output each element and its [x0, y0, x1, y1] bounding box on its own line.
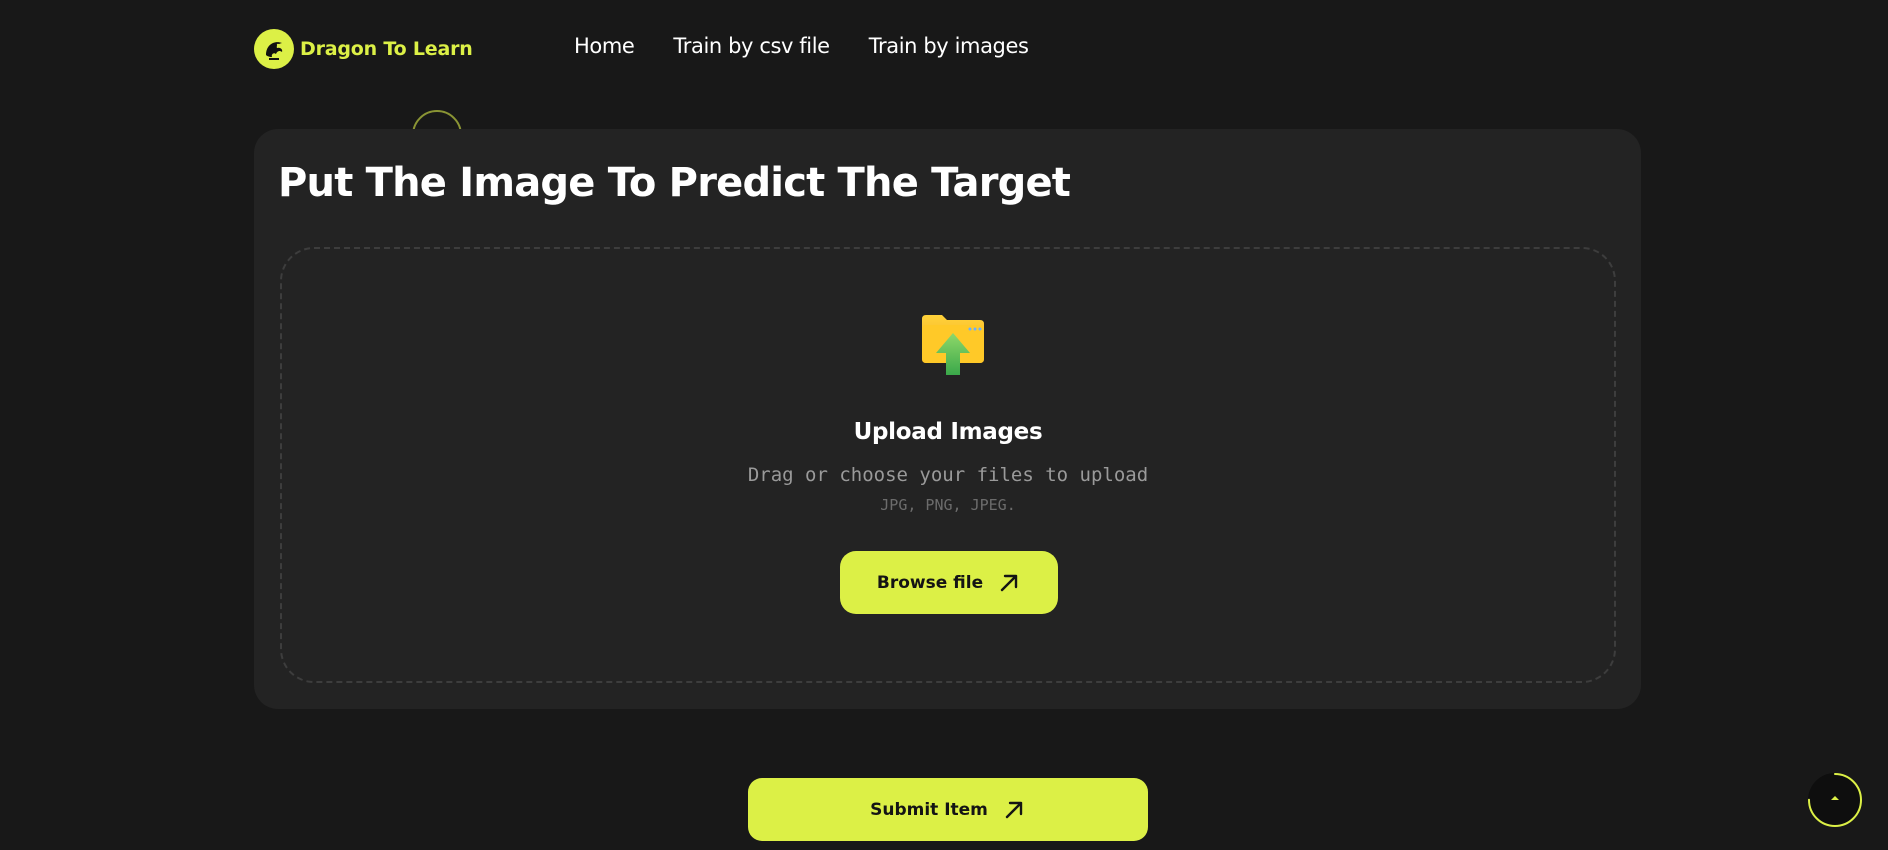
- logo[interactable]: Dragon To Learn: [254, 28, 473, 70]
- arrow-up-right-icon: [997, 571, 1021, 595]
- arrow-up-right-icon: [1002, 798, 1026, 822]
- allowed-file-types: JPG, PNG, JPEG.: [880, 496, 1016, 514]
- logo-text: Dragon To Learn: [300, 38, 473, 60]
- upload-dropzone[interactable]: Upload Images Drag or choose your files …: [280, 247, 1616, 683]
- nav-home[interactable]: Home: [574, 34, 635, 58]
- scroll-to-top-button[interactable]: [1808, 773, 1862, 827]
- page-title: Put The Image To Predict The Target: [278, 160, 1071, 206]
- upload-subtitle: Drag or choose your files to upload: [747, 464, 1149, 486]
- scroll-progress-ring: [1808, 773, 1862, 827]
- browse-file-label: Browse file: [876, 572, 984, 593]
- main-nav: Home Train by csv file Train by images: [574, 34, 1029, 58]
- upload-title: Upload Images: [853, 419, 1043, 445]
- submit-item-button[interactable]: Submit Item: [748, 778, 1148, 841]
- dragon-logo-icon: [254, 29, 294, 69]
- nav-train-images[interactable]: Train by images: [869, 34, 1029, 58]
- submit-item-label: Submit Item: [870, 799, 988, 820]
- browse-file-button[interactable]: Browse file: [840, 551, 1058, 614]
- site-header: Dragon To Learn Home Train by csv file T…: [0, 0, 1888, 96]
- predict-card: Put The Image To Predict The Target Uplo…: [254, 129, 1641, 709]
- folder-upload-icon: [920, 311, 986, 377]
- nav-train-csv[interactable]: Train by csv file: [673, 34, 830, 58]
